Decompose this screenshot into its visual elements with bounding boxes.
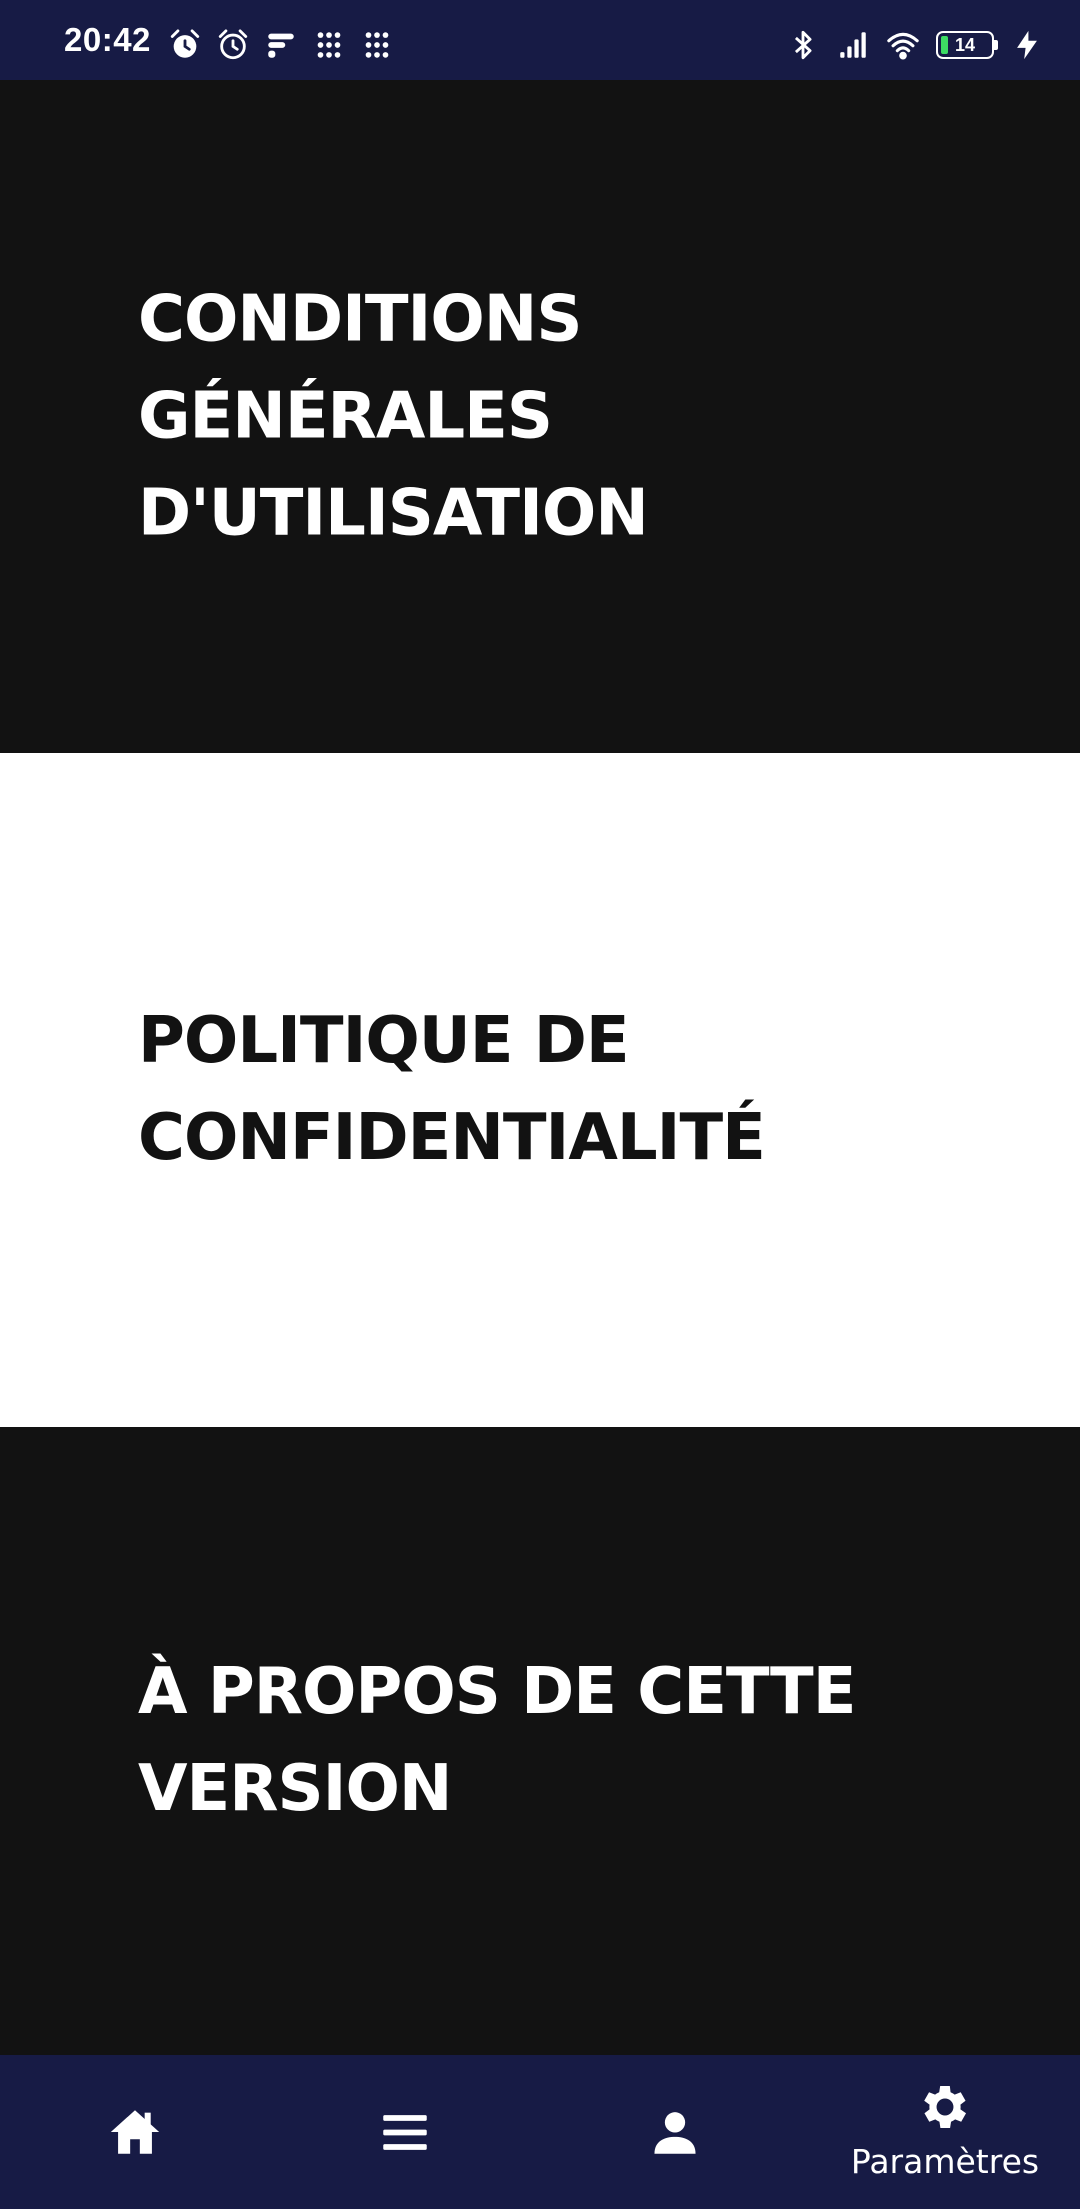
person-icon (646, 2103, 704, 2161)
status-left-icons (168, 28, 394, 62)
about-version-title: À PROPOS DE CETTE VERSION (138, 1655, 856, 1826)
grid-app-icon (312, 28, 346, 62)
gear-icon (916, 2084, 974, 2136)
wifi-icon (886, 28, 920, 62)
nav-menu[interactable] (270, 2055, 540, 2209)
terms-of-use-title: CONDITIONS GÉNÉRALES D'UTILISATION (138, 282, 649, 550)
privacy-policy-title: POLITIQUE DE CONFIDENTIALITÉ (138, 1004, 766, 1175)
home-icon (106, 2103, 164, 2161)
privacy-policy-panel[interactable]: POLITIQUE DE CONFIDENTIALITÉ (0, 753, 1080, 1427)
charging-icon (1010, 28, 1044, 62)
status-right-icons: 14 (786, 28, 1044, 62)
battery-icon: 14 (936, 31, 998, 59)
nav-settings-label: Paramètres (850, 2141, 1040, 2181)
flash-app-icon (264, 28, 298, 62)
nav-settings[interactable]: Paramètres (810, 2055, 1080, 2209)
bottom-navigation: Paramètres (0, 2055, 1080, 2209)
terms-of-use-panel[interactable]: CONDITIONS GÉNÉRALES D'UTILISATION (0, 80, 1080, 753)
battery-level: 14 (954, 34, 976, 55)
status-time: 20:42 (64, 21, 151, 58)
bluetooth-icon (786, 28, 820, 62)
alarm-icon (168, 28, 202, 62)
nav-profile[interactable] (540, 2055, 810, 2209)
nav-home[interactable] (0, 2055, 270, 2209)
alarm-clock-icon (216, 28, 250, 62)
about-version-panel[interactable]: À PROPOS DE CETTE VERSION (0, 1427, 1080, 2055)
menu-icon (376, 2103, 434, 2161)
signal-icon (836, 28, 870, 62)
status-bar: 20:42 14 (0, 0, 1080, 80)
grid-app-icon (360, 28, 394, 62)
